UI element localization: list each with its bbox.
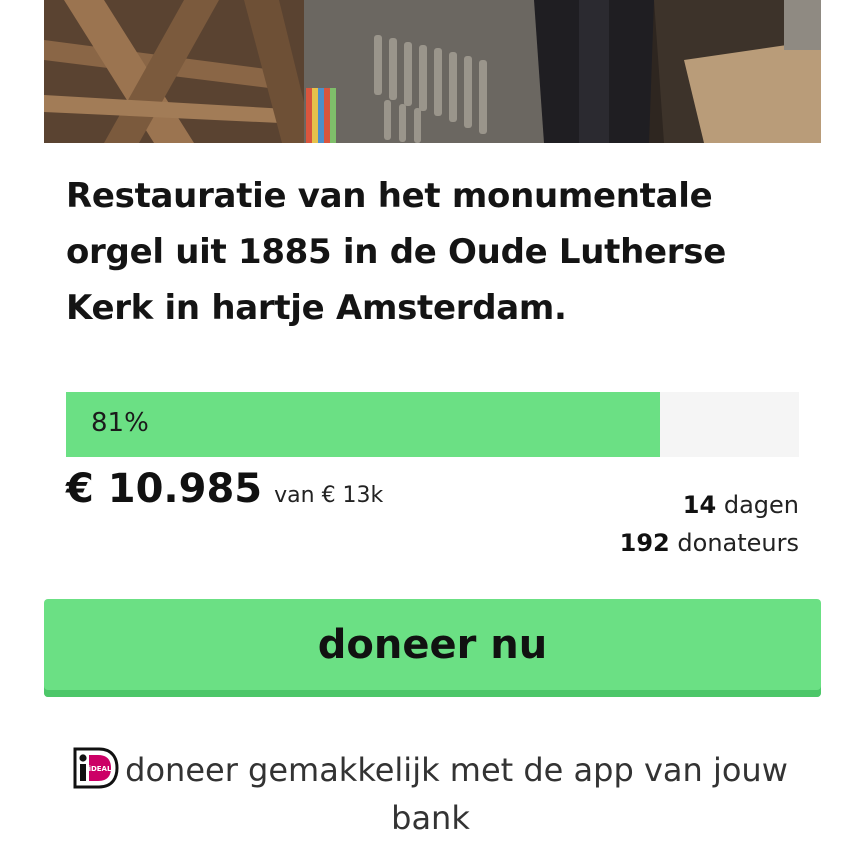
amount-raised: € 10.985 van € 13k bbox=[66, 466, 383, 512]
days-label: dagen bbox=[723, 491, 799, 519]
hero-image bbox=[44, 0, 821, 143]
days-value: 14 bbox=[682, 491, 717, 519]
donors-label: donateurs bbox=[677, 529, 799, 557]
raised-amount: € 10.985 bbox=[66, 466, 263, 512]
ideal-logo-text: iDEAL bbox=[89, 765, 112, 773]
days-remaining: 14 dagen bbox=[620, 486, 799, 524]
progress-bar: 81% bbox=[66, 392, 799, 457]
donors-value: 192 bbox=[619, 529, 670, 557]
donate-button[interactable]: doneer nu bbox=[44, 599, 821, 697]
ideal-note-text: doneer gemakkelijk met de app van jouw b… bbox=[125, 751, 788, 837]
goal-amount: van € 13k bbox=[274, 483, 384, 508]
campaign-stats: 14 dagen 192 donateurs bbox=[620, 486, 799, 562]
organ-pipes-photo bbox=[44, 0, 821, 143]
ideal-payment-note: iDEAL doneer gemakkelijk met de app van … bbox=[60, 746, 801, 842]
progress-percent: 81% bbox=[91, 408, 149, 438]
donor-count: 192 donateurs bbox=[620, 524, 799, 562]
progress-fill bbox=[66, 392, 660, 457]
campaign-title: Restauratie van het monumentale orgel ui… bbox=[66, 176, 726, 328]
ideal-icon: iDEAL bbox=[73, 747, 119, 789]
